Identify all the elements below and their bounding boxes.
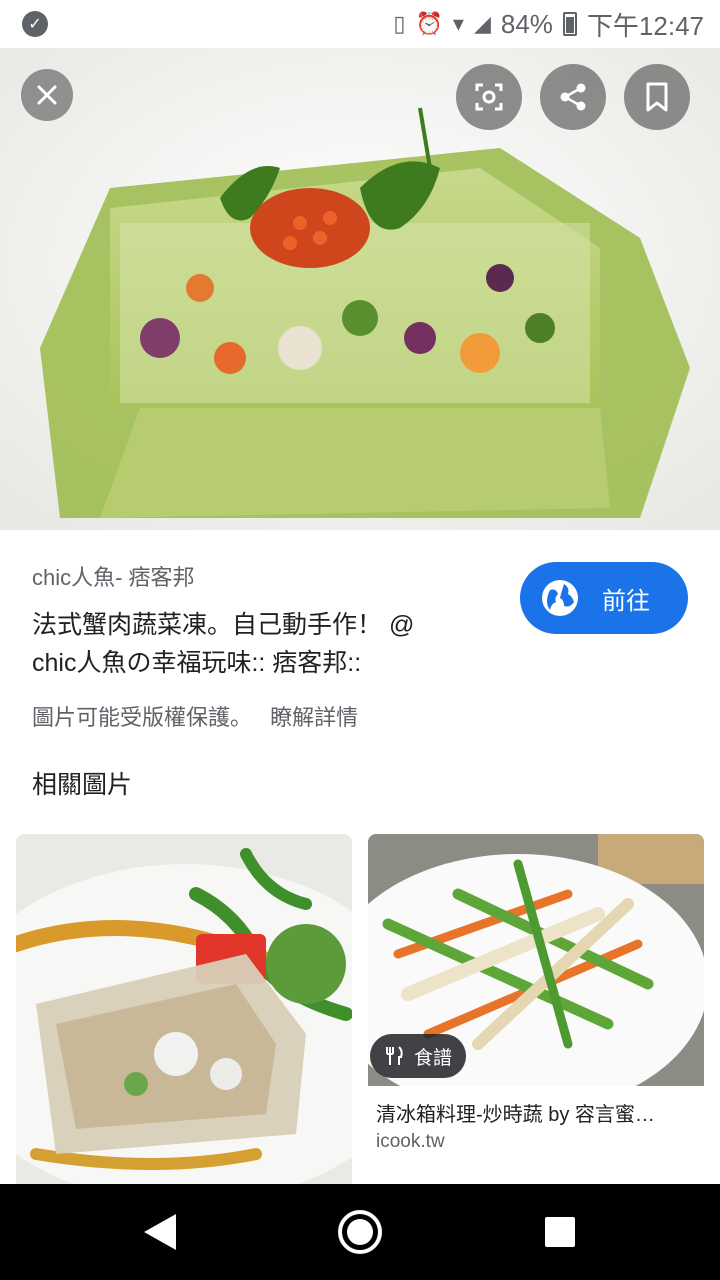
wifi-icon: ▾ [452, 11, 464, 36]
bookmark-icon [646, 82, 668, 112]
back-icon[interactable] [142, 1212, 178, 1252]
close-button[interactable] [21, 69, 73, 121]
learn-more-link[interactable]: 瞭解詳情 [270, 705, 358, 730]
visit-button[interactable]: 前往 [520, 562, 688, 634]
status-bar: ✓ ▯ ⏰ ▾ ◢ 84% 下午12:47 [0, 0, 720, 48]
visit-label: 前往 [602, 587, 650, 615]
close-icon [37, 85, 57, 105]
result-title-line2: chic人魚の幸福玩味:: 痞客邦:: [32, 649, 362, 677]
google-lens-button[interactable] [456, 64, 522, 130]
battery-icon [562, 12, 577, 36]
hero-image[interactable] [0, 48, 720, 530]
alarm-icon: ⏰ [415, 11, 443, 36]
source-site[interactable]: chic人魚- 痞客邦 [32, 560, 492, 592]
globe-icon [542, 580, 578, 616]
recipe-badge: 食譜 [370, 1034, 467, 1078]
copyright-text: 圖片可能受版權保護。 [32, 705, 253, 730]
battery-percent: 84% [500, 8, 553, 39]
related-images-heading: 相關圖片 [32, 771, 133, 799]
copyright-notice: 圖片可能受版權保護。 瞭解詳情 [32, 700, 358, 732]
signal-icon: ◢ [473, 11, 491, 36]
status-icons: ▯ ⏰ ▾ ◢ 84% 下午12:47 [393, 8, 704, 41]
fork-knife-icon [386, 1046, 403, 1065]
bookmark-button[interactable] [624, 64, 690, 130]
clock: 下午12:47 [586, 10, 704, 41]
related-image [16, 834, 352, 1184]
recents-button[interactable] [545, 1217, 575, 1247]
related-image-domain: icook.tw [376, 1131, 445, 1152]
result-title-line1: 法式蟹肉蔬菜凍。自己動手作！ @ [32, 611, 415, 639]
recipe-badge-label: 食譜 [414, 1047, 453, 1069]
related-image-card[interactable] [16, 834, 352, 1184]
share-icon [560, 83, 586, 111]
google-lens-icon [475, 83, 503, 111]
notification-check-icon: ✓ [22, 11, 48, 37]
result-info: chic人魚- 痞客邦 法式蟹肉蔬菜凍。自己動手作！ @ chic人魚の幸福玩味… [32, 560, 492, 682]
related-image-title[interactable]: 清冰箱料理-炒時蔬 by 容言蜜… [376, 1098, 696, 1127]
system-nav-bar [0, 1184, 720, 1280]
vibrate-icon: ▯ [393, 11, 406, 36]
home-button[interactable] [338, 1210, 382, 1254]
share-button[interactable] [540, 64, 606, 130]
result-title[interactable]: 法式蟹肉蔬菜凍。自己動手作！ @ chic人魚の幸福玩味:: 痞客邦:: [32, 606, 492, 682]
